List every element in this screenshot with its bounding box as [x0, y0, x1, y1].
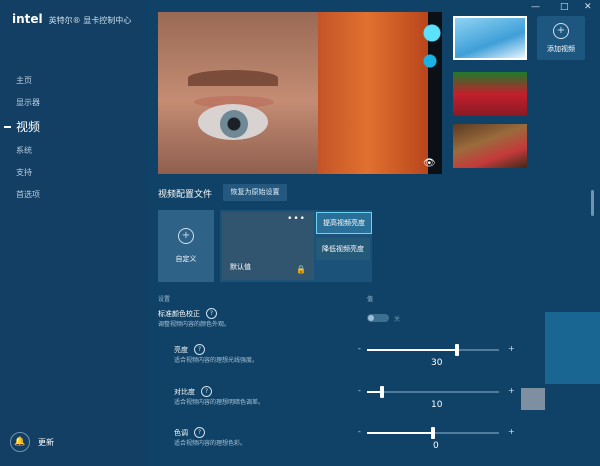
preview-brow	[188, 70, 278, 86]
add-video-label: 添加视频	[547, 44, 575, 53]
hue-title: 色调 ?	[174, 427, 205, 438]
default-profile-label: 默认值	[230, 263, 251, 271]
help-icon[interactable]: ?	[194, 344, 205, 355]
preview-iris	[220, 110, 248, 138]
contrast-title: 对比度 ?	[174, 386, 212, 397]
help-icon[interactable]: ?	[206, 308, 217, 319]
decorative-panel	[545, 312, 600, 384]
value-column-header: 值	[367, 296, 374, 303]
color-correction-toggle[interactable]	[367, 314, 389, 322]
minimize-button[interactable]: —	[531, 2, 540, 12]
video-profile-heading: 视频配置文件	[158, 190, 213, 200]
scrollbar[interactable]	[591, 190, 594, 216]
brightness-slider-thumb[interactable]	[454, 344, 459, 356]
app-title: 英特尔® 显卡控制中心	[48, 16, 132, 25]
hue-label: 色调	[174, 428, 188, 437]
contrast-slider-thumb[interactable]	[379, 386, 384, 398]
video-preview[interactable]	[158, 12, 442, 174]
decorative-square	[521, 388, 545, 410]
eye-icon[interactable]: 👁	[423, 158, 436, 169]
brightness-increase-button[interactable]: +	[508, 344, 515, 353]
hue-decrease-button[interactable]: -	[358, 427, 361, 436]
brightness-slider[interactable]	[367, 344, 499, 356]
color-correction-title: 标准颜色校正 ?	[158, 308, 217, 319]
color-correction-desc: 调整视频内容的颜色外观。	[158, 321, 231, 328]
plus-icon: +	[178, 228, 194, 244]
brightness-title: 亮度 ?	[174, 344, 205, 355]
custom-profile-label: 自定义	[175, 255, 197, 263]
restore-defaults-button[interactable]: 恢复为原始设置	[223, 184, 287, 201]
maximize-button[interactable]: □	[560, 2, 569, 12]
sidebar: intel 英特尔® 显卡控制中心 主页 显示器 视频 系统 支持 首选项 🔔 …	[0, 0, 145, 466]
contrast-value: 10	[431, 400, 443, 410]
help-icon[interactable]: ?	[194, 427, 205, 438]
contrast-increase-button[interactable]: +	[508, 386, 515, 395]
brightness-desc: 适合视频内容的理想光线强度。	[174, 357, 259, 364]
plus-icon: +	[553, 22, 569, 39]
brand: intel 英特尔® 显卡控制中心	[12, 12, 131, 26]
sidebar-item-display[interactable]: 显示器	[0, 92, 145, 114]
sidebar-item-support[interactable]: 支持	[0, 162, 145, 184]
update-button[interactable]: 🔔 更新	[10, 432, 54, 452]
sidebar-item-home[interactable]: 主页	[0, 70, 145, 92]
update-label: 更新	[38, 437, 54, 447]
brightness-value: 30	[431, 358, 443, 368]
preview-hair	[318, 12, 428, 174]
close-button[interactable]: ✕	[584, 2, 592, 12]
bell-icon: 🔔	[10, 432, 30, 452]
contrast-label: 对比度	[174, 387, 195, 396]
preview-bokeh	[422, 12, 442, 82]
settings-column-header: 设置	[158, 296, 171, 303]
help-icon[interactable]: ?	[201, 386, 212, 397]
contrast-decrease-button[interactable]: -	[358, 386, 361, 395]
add-video-button[interactable]: + 添加视频	[537, 16, 585, 60]
hue-desc: 适合视频内容的理想色彩。	[174, 440, 247, 447]
sidebar-item-video[interactable]: 视频	[0, 114, 145, 140]
video-thumbnail-surfer[interactable]	[453, 16, 527, 60]
default-profile-card[interactable]: ••• 默认值 🔒	[222, 212, 314, 280]
color-correction-state: 关	[394, 316, 401, 323]
hue-increase-button[interactable]: +	[508, 427, 515, 436]
brightness-label: 亮度	[174, 345, 188, 354]
intel-logo: intel	[12, 12, 43, 26]
sidebar-item-system[interactable]: 系统	[0, 140, 145, 162]
contrast-slider[interactable]	[367, 386, 499, 398]
hue-slider[interactable]	[367, 427, 499, 439]
contrast-desc: 适合视频内容的理想明暗色调差。	[174, 399, 265, 406]
preview-skin	[158, 12, 338, 174]
hue-value: 0	[433, 441, 439, 451]
lock-icon: 🔒	[296, 265, 306, 274]
video-thumbnail-food[interactable]	[453, 124, 527, 168]
reduce-brightness-button[interactable]: 降低视频亮度	[316, 238, 370, 260]
sidebar-nav: 主页 显示器 视频 系统 支持 首选项	[0, 70, 145, 206]
sidebar-item-preferences[interactable]: 首选项	[0, 184, 145, 206]
hue-slider-thumb[interactable]	[431, 427, 435, 439]
enhance-brightness-button[interactable]: 提高视频亮度	[316, 212, 372, 234]
hue-slider-fill	[367, 432, 433, 434]
brightness-slider-fill	[367, 349, 457, 351]
brightness-decrease-button[interactable]: -	[358, 344, 361, 353]
more-options-icon[interactable]: •••	[287, 214, 306, 224]
color-correction-label: 标准颜色校正	[158, 309, 200, 318]
video-thumbnail-crowd[interactable]	[453, 72, 527, 116]
custom-profile-card[interactable]: + 自定义	[158, 210, 214, 282]
